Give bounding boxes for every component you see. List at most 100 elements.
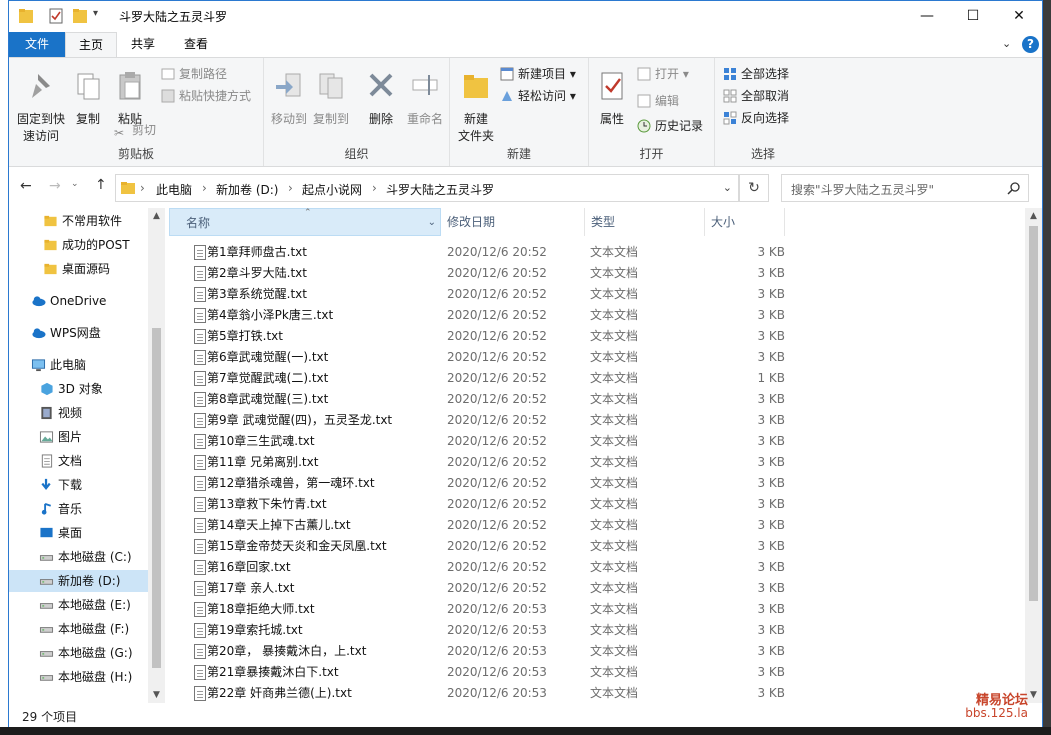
forward-icon[interactable]: →	[49, 178, 61, 194]
open-button[interactable]: 打开 ▾	[637, 64, 689, 84]
history-button[interactable]: 历史记录	[637, 116, 703, 136]
file-row[interactable]: 第11章 兄弟离别.txt 2020/12/6 20:52 文本文档 3 KB	[169, 452, 1027, 473]
column-header-date[interactable]: 修改日期	[441, 208, 585, 236]
easy-access-button[interactable]: 轻松访问 ▾	[500, 86, 576, 106]
edit-button[interactable]: 编辑	[637, 91, 679, 111]
nav-item[interactable]: 新加卷 (D:)	[9, 570, 149, 592]
delete-button[interactable]: 删除	[364, 70, 398, 128]
tab-home[interactable]: 主页	[65, 32, 117, 58]
pin-quick-access-button[interactable]: 固定到快 速访问	[15, 70, 67, 145]
file-row[interactable]: 第16章回家.txt 2020/12/6 20:52 文本文档 3 KB	[169, 557, 1027, 578]
search-input[interactable]: 搜索"斗罗大陆之五灵斗罗"	[791, 181, 934, 198]
file-row[interactable]: 第5章打铁.txt 2020/12/6 20:52 文本文档 3 KB	[169, 326, 1027, 347]
list-scroll-thumb[interactable]	[1029, 226, 1038, 601]
file-row[interactable]: 第3章系统觉醒.txt 2020/12/6 20:52 文本文档 3 KB	[169, 284, 1027, 305]
file-row[interactable]: 第19章索托城.txt 2020/12/6 20:53 文本文档 3 KB	[169, 620, 1027, 641]
nav-item[interactable]: 本地磁盘 (F:)	[9, 618, 149, 640]
select-none-button[interactable]: 全部取消	[723, 86, 789, 106]
copy-button[interactable]: 复制	[69, 70, 107, 128]
nav-item[interactable]: WPS网盘	[9, 322, 149, 344]
column-header-name[interactable]: 名称 ⌃ ⌄	[169, 208, 441, 236]
up-icon[interactable]: ↑	[95, 177, 107, 193]
nav-item[interactable]: 音乐	[9, 498, 149, 520]
refresh-button[interactable]: ↻	[739, 174, 769, 202]
tab-view[interactable]: 查看	[169, 32, 223, 57]
file-row[interactable]: 第20章， 暴揍戴沐白，上.txt 2020/12/6 20:53 文本文档 3 KB	[169, 641, 1027, 662]
nav-item[interactable]: 本地磁盘 (G:)	[9, 642, 149, 664]
customize-toolbar-icon[interactable]: ▾	[93, 8, 98, 24]
nav-item[interactable]: 不常用软件	[9, 210, 149, 232]
nav-item[interactable]: 桌面源码	[9, 258, 149, 280]
move-to-button[interactable]: 移动到	[268, 70, 310, 128]
address-dropdown-icon[interactable]: ⌄	[723, 181, 732, 194]
new-folder-button[interactable]: 新建 文件夹	[456, 70, 496, 145]
nav-item[interactable]: 视频	[9, 402, 149, 424]
copy-to-button[interactable]: 复制到	[310, 70, 352, 128]
file-row[interactable]: 第15章金帝焚天炎和金天凤凰.txt 2020/12/6 20:52 文本文档 3 K…	[169, 536, 1027, 557]
nav-item[interactable]: 本地磁盘 (H:)	[9, 666, 149, 688]
pin-label-2: 速访问	[22, 129, 59, 143]
scroll-up-icon[interactable]: ▲	[1025, 208, 1042, 224]
file-name: 第5章打铁.txt	[207, 329, 283, 343]
recent-locations-icon[interactable]: ⌄	[71, 179, 79, 189]
maximize-button[interactable]: ☐	[950, 1, 996, 32]
file-row[interactable]: 第7章觉醒武魂(二).txt 2020/12/6 20:52 文本文档 1 KB	[169, 368, 1027, 389]
file-row[interactable]: 第18章拒绝大师.txt 2020/12/6 20:53 文本文档 3 KB	[169, 599, 1027, 620]
address-bar[interactable]: › 此电脑 › 新加卷 (D:) › 起点小说网 › 斗罗大陆之五灵斗罗 ⌄	[115, 174, 739, 202]
nav-item[interactable]: 图片	[9, 426, 149, 448]
nav-item[interactable]: 本地磁盘 (C:)	[9, 546, 149, 568]
help-icon[interactable]: ?	[1022, 36, 1039, 53]
expand-ribbon-icon[interactable]: ⌄	[1002, 37, 1011, 50]
file-name: 第4章翁小泽Pk唐三.txt	[207, 308, 334, 322]
cut-button[interactable]: ✂ 剪切	[114, 120, 156, 140]
crumb-current-folder[interactable]: 斗罗大陆之五灵斗罗	[386, 181, 494, 198]
nav-item[interactable]: 下载	[9, 474, 149, 496]
nav-item[interactable]: 桌面	[9, 522, 149, 544]
search-box[interactable]: 搜索"斗罗大陆之五灵斗罗"	[781, 174, 1029, 202]
nav-item[interactable]: 成功的POST	[9, 234, 149, 256]
file-row[interactable]: 第17章 亲人.txt 2020/12/6 20:52 文本文档 3 KB	[169, 578, 1027, 599]
file-row[interactable]: 第12章猎杀魂兽，第一魂环.txt 2020/12/6 20:52 文本文档 3 KB	[169, 473, 1027, 494]
back-icon[interactable]: ←	[20, 178, 32, 194]
list-scrollbar[interactable]: ▲ ▼	[1025, 208, 1042, 703]
file-row[interactable]: 第22章 奸商弗兰德(上).txt 2020/12/6 20:53 文本文档 3 KB	[169, 683, 1027, 704]
file-row[interactable]: 第10章三生武魂.txt 2020/12/6 20:52 文本文档 3 KB	[169, 431, 1027, 452]
tab-file[interactable]: 文件	[9, 32, 65, 57]
nav-item[interactable]: OneDrive	[9, 290, 149, 312]
select-all-button[interactable]: 全部选择	[723, 64, 789, 84]
column-header-size[interactable]: 大小	[705, 208, 785, 236]
file-row[interactable]: 第13章救下朱竹青.txt 2020/12/6 20:52 文本文档 3 KB	[169, 494, 1027, 515]
crumb-folder-qidian[interactable]: 起点小说网	[302, 181, 362, 198]
file-row[interactable]: 第2章斗罗大陆.txt 2020/12/6 20:52 文本文档 3 KB	[169, 263, 1027, 284]
file-row[interactable]: 第4章翁小泽Pk唐三.txt 2020/12/6 20:52 文本文档 3 KB	[169, 305, 1027, 326]
nav-item[interactable]: 3D 对象	[9, 378, 149, 400]
close-button[interactable]: ✕	[996, 1, 1042, 32]
file-row[interactable]: 第8章武魂觉醒(三).txt 2020/12/6 20:52 文本文档 3 KB	[169, 389, 1027, 410]
scroll-down-icon[interactable]: ▼	[148, 687, 165, 703]
invert-selection-button[interactable]: 反向选择	[723, 108, 789, 128]
crumb-drive-d[interactable]: 新加卷 (D:)	[216, 181, 278, 198]
file-row[interactable]: 第6章武魂觉醒(一).txt 2020/12/6 20:52 文本文档 3 KB	[169, 347, 1027, 368]
copy-path-button[interactable]: 复制路径	[161, 64, 227, 84]
nav-scroll-thumb[interactable]	[152, 328, 161, 668]
column-header-type[interactable]: 类型	[585, 208, 705, 236]
crumb-this-pc[interactable]: 此电脑	[156, 181, 192, 198]
column-filter-icon[interactable]: ⌄	[428, 209, 436, 237]
new-item-button[interactable]: 新建项目 ▾	[500, 64, 576, 84]
file-row[interactable]: 第21章暴揍戴沐白下.txt 2020/12/6 20:53 文本文档 3 KB	[169, 662, 1027, 683]
nav-item[interactable]: 此电脑	[9, 354, 149, 376]
minimize-button[interactable]: —	[904, 1, 950, 32]
scroll-up-icon[interactable]: ▲	[148, 208, 165, 224]
new-folder-icon[interactable]	[73, 8, 87, 24]
nav-item[interactable]: 文档	[9, 450, 149, 472]
nav-scrollbar[interactable]: ▲ ▼	[148, 208, 165, 703]
properties-button[interactable]: 属性	[595, 70, 629, 128]
rename-button[interactable]: 重命名	[404, 70, 446, 128]
tab-share[interactable]: 共享	[117, 32, 169, 57]
file-row[interactable]: 第14章天上掉下古薰儿.txt 2020/12/6 20:52 文本文档 3 KB	[169, 515, 1027, 536]
paste-shortcut-button[interactable]: 粘贴快捷方式	[161, 86, 251, 106]
file-row[interactable]: 第9章 武魂觉醒(四)，五灵圣龙.txt 2020/12/6 20:52 文本文档 3…	[169, 410, 1027, 431]
nav-item[interactable]: 本地磁盘 (E:)	[9, 594, 149, 616]
properties-icon[interactable]	[49, 8, 63, 24]
file-row[interactable]: 第1章拜师盘古.txt 2020/12/6 20:52 文本文档 3 KB	[169, 242, 1027, 263]
